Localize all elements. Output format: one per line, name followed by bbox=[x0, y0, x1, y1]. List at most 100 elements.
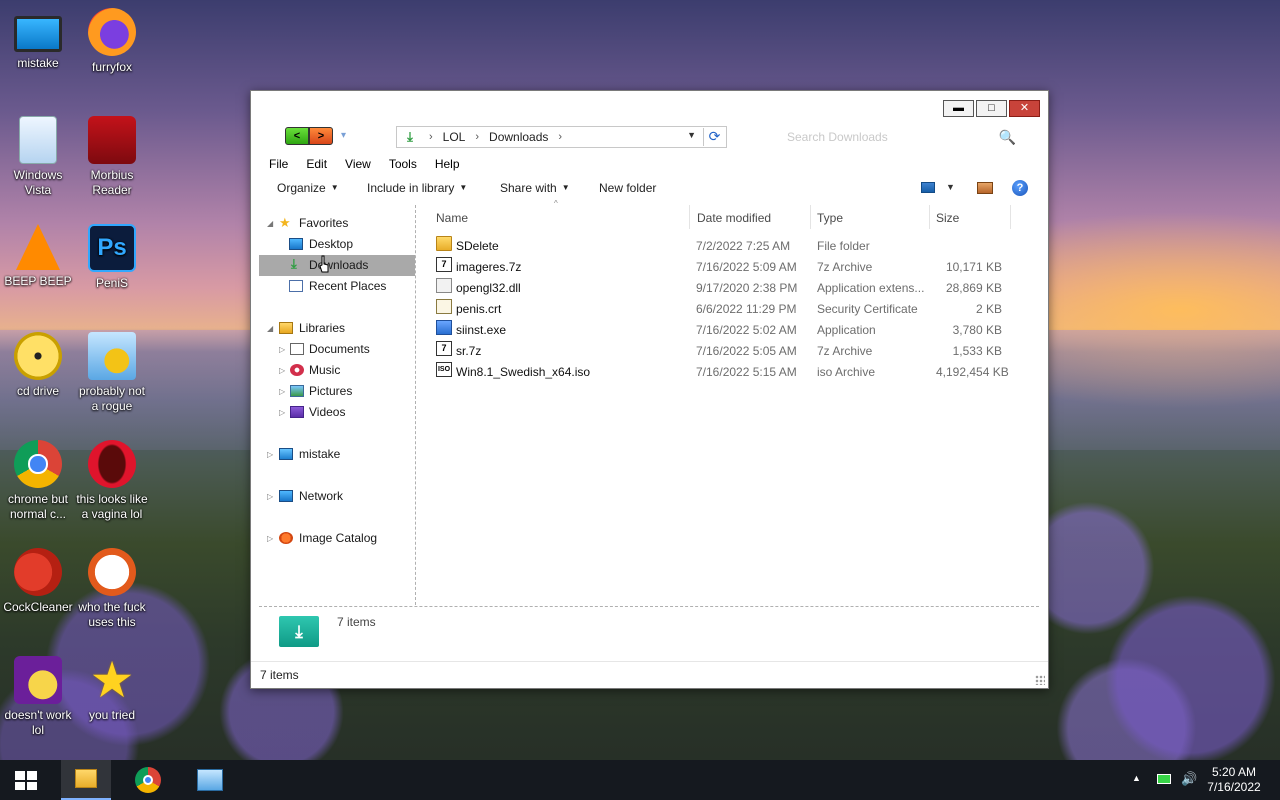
file-row[interactable]: opengl32.dll 9/17/2020 2:38 PM Applicati… bbox=[426, 278, 1042, 299]
breadcrumb-separator[interactable]: › bbox=[475, 131, 479, 143]
include-in-library-label: Include in library bbox=[367, 181, 455, 195]
address-history-dropdown[interactable]: ▼ bbox=[687, 130, 696, 140]
collapse-arrow-icon[interactable]: ◢ bbox=[267, 213, 273, 234]
column-divider[interactable] bbox=[929, 205, 930, 229]
favorites-star-icon: ★ bbox=[279, 215, 291, 230]
desktop-icon-penis-ps[interactable]: Ps PeniS bbox=[74, 224, 150, 291]
desktop-icon-probably-not-a-rogue[interactable]: probably not a rogue bbox=[74, 332, 150, 414]
file-row[interactable]: SDelete 7/2/2022 7:25 AM File folder bbox=[426, 236, 1042, 257]
column-header-name[interactable]: Name bbox=[436, 211, 468, 225]
change-view-icon[interactable] bbox=[921, 182, 935, 193]
volume-icon[interactable]: 🔊 bbox=[1181, 771, 1197, 787]
expand-arrow-icon[interactable]: ▷ bbox=[279, 402, 285, 423]
preview-pane-icon[interactable] bbox=[977, 182, 993, 194]
desktop-icon-furryfox[interactable]: furryfox bbox=[74, 8, 150, 75]
new-folder-button[interactable]: New folder bbox=[599, 181, 656, 195]
chrome-icon bbox=[14, 440, 62, 488]
desktop-icon-opera[interactable]: this looks like a vagina lol bbox=[74, 440, 150, 522]
nav-item-image-catalog[interactable]: ▷ Image Catalog bbox=[259, 528, 415, 549]
nav-item-recent-places[interactable]: Recent Places bbox=[259, 276, 415, 297]
column-header-size[interactable]: Size bbox=[936, 211, 959, 225]
start-button[interactable] bbox=[15, 771, 37, 790]
clock-date: 7/16/2022 bbox=[1207, 780, 1261, 794]
recent-pages-dropdown[interactable]: ▾ bbox=[341, 130, 346, 141]
desktop-icon-chrome[interactable]: chrome but normal c... bbox=[0, 440, 76, 522]
taskbar-chrome[interactable] bbox=[122, 760, 172, 800]
column-header-type[interactable]: Type bbox=[817, 211, 843, 225]
menu-file[interactable]: File bbox=[251, 154, 297, 174]
desktop-icon-beep-beep[interactable]: BEEP BEEP bbox=[0, 224, 76, 289]
column-header-date-modified[interactable]: Date modified bbox=[697, 211, 771, 225]
downloads-icon: ⤓ bbox=[407, 129, 413, 144]
taskbar-control-panel[interactable] bbox=[185, 760, 235, 800]
nav-item-music[interactable]: ▷ Music bbox=[259, 360, 415, 381]
expand-arrow-icon[interactable]: ▷ bbox=[279, 360, 285, 381]
breadcrumb-downloads[interactable]: Downloads bbox=[489, 130, 548, 144]
taskbar-file-explorer[interactable] bbox=[61, 760, 111, 800]
vlc-cone-icon bbox=[16, 224, 60, 270]
column-divider[interactable] bbox=[1010, 205, 1011, 229]
help-icon[interactable]: ? bbox=[1012, 180, 1028, 196]
breadcrumb-separator[interactable]: › bbox=[558, 131, 562, 143]
battery-icon[interactable] bbox=[1157, 774, 1171, 784]
system-clock[interactable]: 5:20 AM 7/16/2022 bbox=[1200, 765, 1268, 795]
show-hidden-icons-button[interactable]: ▲ bbox=[1132, 773, 1141, 783]
desktop-icon-ccleaner[interactable]: CockCleaner bbox=[0, 548, 76, 615]
search-icon[interactable]: 🔍 bbox=[999, 129, 1016, 146]
desktop-icon-recycle-bin[interactable]: Windows Vista bbox=[0, 116, 76, 198]
file-row[interactable]: penis.crt 6/6/2022 11:29 PM Security Cer… bbox=[426, 299, 1042, 320]
desktop-icon-mistake[interactable]: mistake bbox=[0, 10, 76, 71]
desktop-icon-morbius-reader[interactable]: Morbius Reader bbox=[74, 116, 150, 198]
expand-arrow-icon[interactable]: ▷ bbox=[267, 486, 273, 507]
folder-icon bbox=[75, 769, 97, 788]
address-bar[interactable]: ⤓ › LOL › Downloads › ▼ ⟳ bbox=[396, 126, 727, 148]
forward-button[interactable]: > bbox=[309, 127, 333, 145]
include-in-library-button[interactable]: Include in library ▼ bbox=[367, 181, 467, 195]
expand-arrow-icon[interactable]: ▷ bbox=[267, 444, 273, 465]
details-pane-divider[interactable] bbox=[259, 606, 1039, 607]
expand-arrow-icon[interactable]: ▷ bbox=[279, 381, 285, 402]
desktop-icon-yahoo[interactable]: doesn't work lol bbox=[0, 656, 76, 738]
minimize-button[interactable]: ▬ bbox=[943, 100, 974, 117]
search-input[interactable]: Search Downloads 🔍 bbox=[777, 126, 1025, 148]
column-divider[interactable] bbox=[689, 205, 690, 229]
menu-tools[interactable]: Tools bbox=[380, 154, 426, 174]
collapse-arrow-icon[interactable]: ◢ bbox=[267, 318, 273, 339]
nav-item-desktop[interactable]: Desktop bbox=[259, 234, 415, 255]
file-row[interactable]: ISO Win8.1_Swedish_x64.iso 7/16/2022 5:1… bbox=[426, 362, 1042, 383]
organize-button[interactable]: Organize ▼ bbox=[277, 181, 339, 195]
breadcrumb-lol[interactable]: LOL bbox=[443, 130, 466, 144]
menu-edit[interactable]: Edit bbox=[297, 154, 336, 174]
expand-arrow-icon[interactable]: ▷ bbox=[279, 339, 285, 360]
close-button[interactable]: ✕ bbox=[1009, 100, 1040, 117]
menu-help[interactable]: Help bbox=[426, 154, 469, 174]
file-row[interactable]: siinst.exe 7/16/2022 5:02 AM Application… bbox=[426, 320, 1042, 341]
expand-arrow-icon[interactable]: ▷ bbox=[267, 528, 273, 549]
view-options-dropdown[interactable]: ▼ bbox=[946, 182, 955, 192]
nav-item-pictures[interactable]: ▷ Pictures bbox=[259, 381, 415, 402]
nav-item-documents[interactable]: ▷ Documents bbox=[259, 339, 415, 360]
nav-favorites[interactable]: ◢ ★ Favorites bbox=[259, 213, 415, 234]
file-name: Win8.1_Swedish_x64.iso bbox=[456, 365, 591, 379]
photoshop-icon: Ps bbox=[88, 224, 136, 272]
refresh-button[interactable]: ⟳ bbox=[703, 128, 725, 146]
nav-item-label: mistake bbox=[299, 447, 341, 461]
desktop-icon-cd-drive[interactable]: cd drive bbox=[0, 332, 76, 399]
nav-item-network[interactable]: ▷ Network bbox=[259, 486, 415, 507]
back-button[interactable]: < bbox=[285, 127, 309, 145]
nav-item-downloads[interactable]: ⤓ Downloads bbox=[259, 255, 415, 276]
nav-item-videos[interactable]: ▷ Videos bbox=[259, 402, 415, 423]
resize-grip-icon[interactable] bbox=[1035, 675, 1045, 685]
share-with-button[interactable]: Share with ▼ bbox=[500, 181, 570, 195]
desktop-icon-you-tried[interactable]: ★ you tried bbox=[74, 655, 150, 723]
file-row[interactable]: 7 imageres.7z 7/16/2022 5:09 AM 7z Archi… bbox=[426, 257, 1042, 278]
maximize-button[interactable]: □ bbox=[976, 100, 1007, 117]
file-date-modified: 7/16/2022 5:05 AM bbox=[696, 344, 797, 358]
column-divider[interactable] bbox=[810, 205, 811, 229]
nav-libraries[interactable]: ◢ Libraries bbox=[259, 318, 415, 339]
nav-item-computer[interactable]: ▷ mistake bbox=[259, 444, 415, 465]
breadcrumb-separator[interactable]: › bbox=[429, 131, 433, 143]
file-row[interactable]: 7 sr.7z 7/16/2022 5:05 AM 7z Archive 1,5… bbox=[426, 341, 1042, 362]
menu-view[interactable]: View bbox=[336, 154, 380, 174]
desktop-icon-flash[interactable]: who the fuck uses this bbox=[74, 548, 150, 630]
